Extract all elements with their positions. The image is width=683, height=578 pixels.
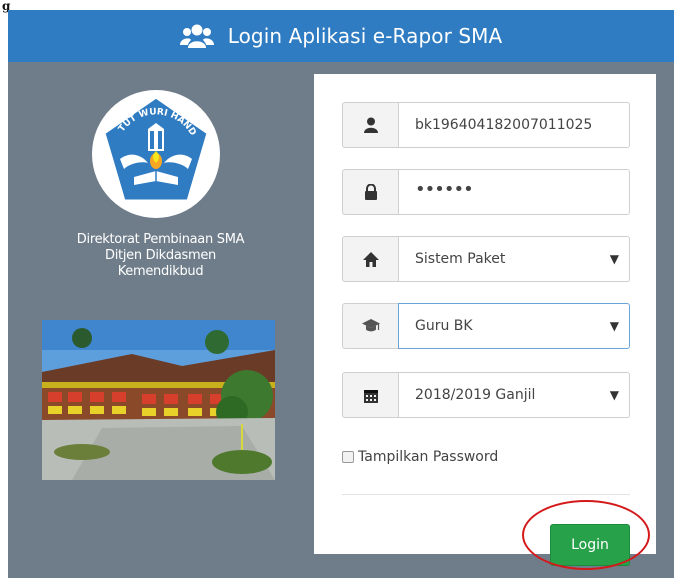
tut-wuri-handayani-logo: TUT WURI HANDAYANI [86, 82, 222, 219]
semester-select[interactable]: 2018/2019 Ganjil ▼ [398, 372, 630, 418]
home-icon [342, 236, 398, 282]
show-password-checkbox[interactable] [342, 451, 354, 463]
divider [342, 494, 630, 495]
password-group: •••••• [342, 169, 630, 215]
organization-name: Direktorat Pembinaan SMA Ditjen Dikdasme… [8, 232, 313, 280]
show-password-label: Tampilkan Password [358, 449, 499, 465]
password-input[interactable]: •••••• [398, 169, 630, 215]
semester-group: 2018/2019 Ganjil ▼ [342, 372, 630, 418]
user-icon [342, 102, 398, 148]
username-input[interactable]: bk196404182007011025 [398, 102, 630, 148]
role-value: Guru BK [415, 318, 473, 334]
header-bar: Login Aplikasi e-Rapor SMA [8, 10, 674, 62]
show-password-toggle[interactable]: Tampilkan Password [342, 449, 498, 465]
curriculum-group: Sistem Paket ▼ [342, 236, 630, 282]
school-building-photo [42, 320, 275, 480]
chevron-down-icon: ▼ [609, 388, 619, 402]
curriculum-value: Sistem Paket [415, 251, 506, 267]
chevron-down-icon: ▼ [609, 252, 619, 266]
role-select[interactable]: Guru BK ▼ [398, 303, 630, 349]
semester-value: 2018/2019 Ganjil [415, 387, 536, 403]
graduation-cap-icon [342, 303, 398, 349]
users-icon [179, 23, 214, 49]
chevron-down-icon: ▼ [609, 319, 619, 333]
org-line-1: Direktorat Pembinaan SMA [76, 232, 245, 247]
calendar-icon [342, 372, 398, 418]
password-value: •••••• [415, 179, 474, 200]
lock-icon [342, 169, 398, 215]
branding-panel: TUT WURI HANDAYANI Direktorat Pembinaan … [8, 62, 313, 578]
login-window: Login Aplikasi e-Rapor SMA TUT WURI HAND… [8, 10, 674, 578]
login-form-card: bk196404182007011025 •••••• Sistem Paket… [314, 74, 656, 566]
role-group: Guru BK ▼ [342, 303, 630, 349]
page-title: Login Aplikasi e-Rapor SMA [227, 24, 503, 48]
login-button[interactable]: Login [550, 524, 630, 566]
org-line-3: Kemendikbud [117, 264, 204, 279]
username-group: bk196404182007011025 [342, 102, 630, 148]
curriculum-select[interactable]: Sistem Paket ▼ [398, 236, 630, 282]
org-line-2: Ditjen Dikdasmen [105, 248, 216, 263]
